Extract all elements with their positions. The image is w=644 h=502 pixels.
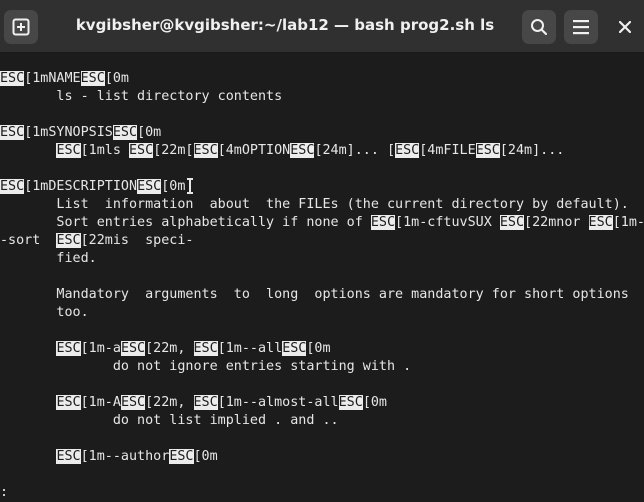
terminal-text: [1mDESCRIPTION xyxy=(24,179,138,194)
terminal-line: : xyxy=(0,484,8,502)
escape-code-marker: ESC xyxy=(338,395,363,410)
escape-code-marker: ESC xyxy=(120,341,146,356)
escape-code-marker: ESC xyxy=(80,71,105,86)
escape-code-marker: ESC xyxy=(499,215,525,230)
terminal-text: [1m-cftuvSUX xyxy=(395,215,500,230)
escape-code-marker: ESC xyxy=(56,449,81,464)
terminal-line: do not ignore entries starting with . xyxy=(0,358,411,376)
terminal-text: -sort xyxy=(0,233,57,248)
terminal-text: [0m xyxy=(193,449,218,464)
escape-code-marker: ESC xyxy=(0,71,25,86)
search-icon xyxy=(531,19,548,36)
new-tab-button[interactable] xyxy=(4,10,38,44)
escape-code-marker: ESC xyxy=(395,143,420,158)
terminal-text: [1mls xyxy=(80,143,129,158)
terminal-line: ls - list directory contents xyxy=(0,88,282,106)
escape-code-marker: ESC xyxy=(56,395,81,410)
terminal-text: [22m[ xyxy=(153,143,194,158)
escape-code-marker: ESC xyxy=(56,341,81,356)
escape-code-marker: ESC xyxy=(588,215,613,230)
escape-code-marker: ESC xyxy=(193,143,218,158)
terminal-text: [0m xyxy=(362,395,387,410)
terminal-line: Sort entries alphabetically if none of E… xyxy=(0,214,644,232)
terminal-text: [0m xyxy=(104,71,129,86)
escape-code-marker: ESC xyxy=(0,179,25,194)
menu-button[interactable] xyxy=(564,10,598,44)
new-tab-icon xyxy=(12,18,30,36)
escape-code-marker: ESC xyxy=(112,125,138,140)
terminal-line: ESC[1mDESCRIPTIONESC[0m xyxy=(0,178,185,196)
terminal-line: fied. xyxy=(0,250,97,268)
window-titlebar: kvgibsher@kvgibsher:~/lab12 — bash prog2… xyxy=(0,0,644,53)
terminal-text: [22m, xyxy=(145,395,194,410)
terminal-text: [1m--all xyxy=(217,341,283,356)
escape-code-marker: ESC xyxy=(129,143,154,158)
terminal-line: ESC[1mls ESC[22m[ESC[4mOPTIONESC[24m]...… xyxy=(0,142,564,160)
search-button[interactable] xyxy=(522,10,556,44)
escape-code-marker: ESC xyxy=(169,449,194,464)
terminal-text: ls - list directory contents xyxy=(0,89,283,104)
terminal-text: : xyxy=(0,485,9,500)
terminal-line: do not list implied . and .. xyxy=(0,412,339,430)
escape-code-marker: ESC xyxy=(120,395,146,410)
terminal-text: [4mFILE xyxy=(419,143,476,158)
terminal-text: [0m xyxy=(306,341,331,356)
terminal-line: ESC[1mNAMEESC[0m xyxy=(0,70,129,88)
terminal-text: [1mSYNOPSIS xyxy=(24,125,113,140)
terminal-text: List information about the FILEs (the cu… xyxy=(0,197,629,212)
window-title: kvgibsher@kvgibsher:~/lab12 — bash prog2… xyxy=(75,16,495,34)
terminal-text: do not list implied . and .. xyxy=(0,413,339,428)
terminal-text: [24m]... [ xyxy=(314,143,396,158)
terminal-line: Mandatory arguments to long options are … xyxy=(0,286,629,304)
escape-code-marker: ESC xyxy=(56,143,81,158)
escape-code-marker: ESC xyxy=(370,215,396,230)
terminal-line: ESC[1m--authorESC[0m xyxy=(0,448,218,466)
terminal-text: Mandatory arguments to long options are … xyxy=(0,287,629,302)
terminal-text: [1mNAME xyxy=(24,71,81,86)
terminal-line: List information about the FILEs (the cu… xyxy=(0,196,629,214)
terminal-output[interactable]: ESC[1mNAMEESC[0m ls - list directory con… xyxy=(0,53,644,500)
terminal-text: fied. xyxy=(0,251,97,266)
terminal-text: [1m--author xyxy=(80,449,170,464)
terminal-text: [1m-A xyxy=(80,395,121,410)
terminal-text: [1m-a xyxy=(80,341,121,356)
escape-code-marker: ESC xyxy=(56,233,81,248)
escape-code-marker: ESC xyxy=(282,341,307,356)
text-cursor-ibeam-icon xyxy=(187,178,193,194)
terminal-text: [0m xyxy=(137,125,162,140)
terminal-text: too. xyxy=(0,305,89,320)
escape-code-marker: ESC xyxy=(475,143,500,158)
terminal-text: do not ignore entries starting with . xyxy=(0,359,412,374)
terminal-text: [4mOPTION xyxy=(217,143,291,158)
terminal-text: [22mnor xyxy=(524,215,589,230)
terminal-text: [1m- xyxy=(612,215,644,230)
terminal-text: Sort entries alphabetically if none of xyxy=(0,215,371,230)
terminal-line: ESC[1m-aESC[22m, ESC[1m--allESC[0m xyxy=(0,340,331,358)
hamburger-menu-icon xyxy=(573,20,589,35)
terminal-text: [22mis speci- xyxy=(80,233,194,248)
terminal-line: too. xyxy=(0,304,89,322)
close-button[interactable] xyxy=(612,14,638,40)
terminal-text: [22m, xyxy=(145,341,194,356)
escape-code-marker: ESC xyxy=(290,143,315,158)
escape-code-marker: ESC xyxy=(193,395,218,410)
close-icon xyxy=(619,21,631,33)
terminal-text: [1m--almost-all xyxy=(217,395,339,410)
terminal-line: ESC[1m-AESC[22m, ESC[1m--almost-allESC[0… xyxy=(0,394,387,412)
terminal-text: [0m xyxy=(161,179,186,194)
escape-code-marker: ESC xyxy=(0,125,25,140)
escape-code-marker: ESC xyxy=(137,179,162,194)
terminal-line: -sort ESC[22mis speci- xyxy=(0,232,194,250)
escape-code-marker: ESC xyxy=(193,341,218,356)
terminal-text: [24m]... xyxy=(499,143,565,158)
terminal-line: ESC[1mSYNOPSISESC[0m xyxy=(0,124,161,142)
